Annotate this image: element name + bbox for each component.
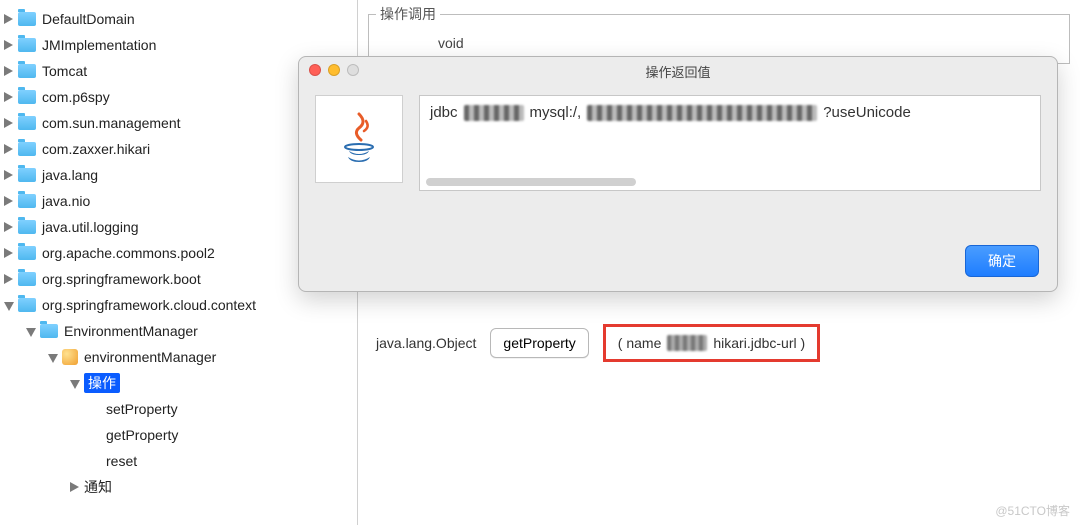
tree-operation[interactable]: reset bbox=[4, 448, 353, 474]
folder-icon bbox=[18, 38, 36, 52]
horizontal-scrollbar[interactable] bbox=[426, 178, 636, 186]
ok-button[interactable]: 确定 bbox=[965, 245, 1039, 277]
folder-icon bbox=[18, 12, 36, 26]
tree-item-expanded[interactable]: environmentManager bbox=[4, 344, 353, 370]
tree-item[interactable]: DefaultDomain bbox=[4, 6, 353, 32]
tree-operation[interactable]: setProperty bbox=[4, 396, 353, 422]
folder-icon bbox=[18, 272, 36, 286]
return-type: java.lang.Object bbox=[376, 335, 476, 351]
param-value: hikari.jdbc-url ) bbox=[713, 335, 805, 351]
minimize-icon[interactable] bbox=[328, 64, 340, 76]
result-dialog: 操作返回值 jdbc mysql:/, ?useUnicode 确定 bbox=[298, 56, 1058, 292]
folder-icon bbox=[18, 64, 36, 78]
folder-icon bbox=[40, 324, 58, 338]
dialog-titlebar[interactable]: 操作返回值 bbox=[299, 57, 1057, 85]
tree-item-selected[interactable]: 操作 bbox=[4, 370, 353, 396]
result-fragment: mysql:/, bbox=[530, 104, 582, 121]
operations-node: 操作 bbox=[84, 373, 120, 393]
folder-icon bbox=[18, 168, 36, 182]
watermark: @51CTO博客 bbox=[995, 502, 1070, 519]
folder-icon bbox=[18, 246, 36, 260]
tree-operation[interactable]: getProperty bbox=[4, 422, 353, 448]
folder-icon bbox=[18, 194, 36, 208]
tree-item[interactable]: JMImplementation bbox=[4, 32, 353, 58]
invoke-button[interactable]: getProperty bbox=[490, 328, 588, 358]
result-text[interactable]: jdbc mysql:/, ?useUnicode bbox=[419, 95, 1041, 191]
redacted-text bbox=[587, 105, 817, 121]
section-title: 操作调用 bbox=[376, 4, 440, 24]
redacted-text bbox=[667, 335, 707, 351]
invoke-row: java.lang.Object getProperty ( name hika… bbox=[376, 324, 1070, 362]
zoom-icon bbox=[347, 64, 359, 76]
result-fragment: jdbc bbox=[430, 104, 458, 121]
close-icon[interactable] bbox=[309, 64, 321, 76]
folder-icon bbox=[18, 142, 36, 156]
folder-icon bbox=[18, 90, 36, 104]
tree-item[interactable]: 通知 bbox=[4, 474, 353, 500]
param-prefix: ( name bbox=[618, 335, 662, 351]
result-fragment: ?useUnicode bbox=[823, 104, 911, 121]
folder-icon bbox=[18, 220, 36, 234]
tree-item-expanded[interactable]: EnvironmentManager bbox=[4, 318, 353, 344]
parameter-highlight: ( name hikari.jdbc-url ) bbox=[603, 324, 820, 362]
redacted-text bbox=[464, 105, 524, 121]
void-label: void bbox=[438, 35, 464, 51]
bean-icon bbox=[62, 349, 78, 365]
java-icon bbox=[315, 95, 403, 183]
dialog-title: 操作返回值 bbox=[645, 62, 710, 81]
tree-item-expanded[interactable]: org.springframework.cloud.context bbox=[4, 292, 353, 318]
folder-icon bbox=[18, 298, 36, 312]
folder-icon bbox=[18, 116, 36, 130]
